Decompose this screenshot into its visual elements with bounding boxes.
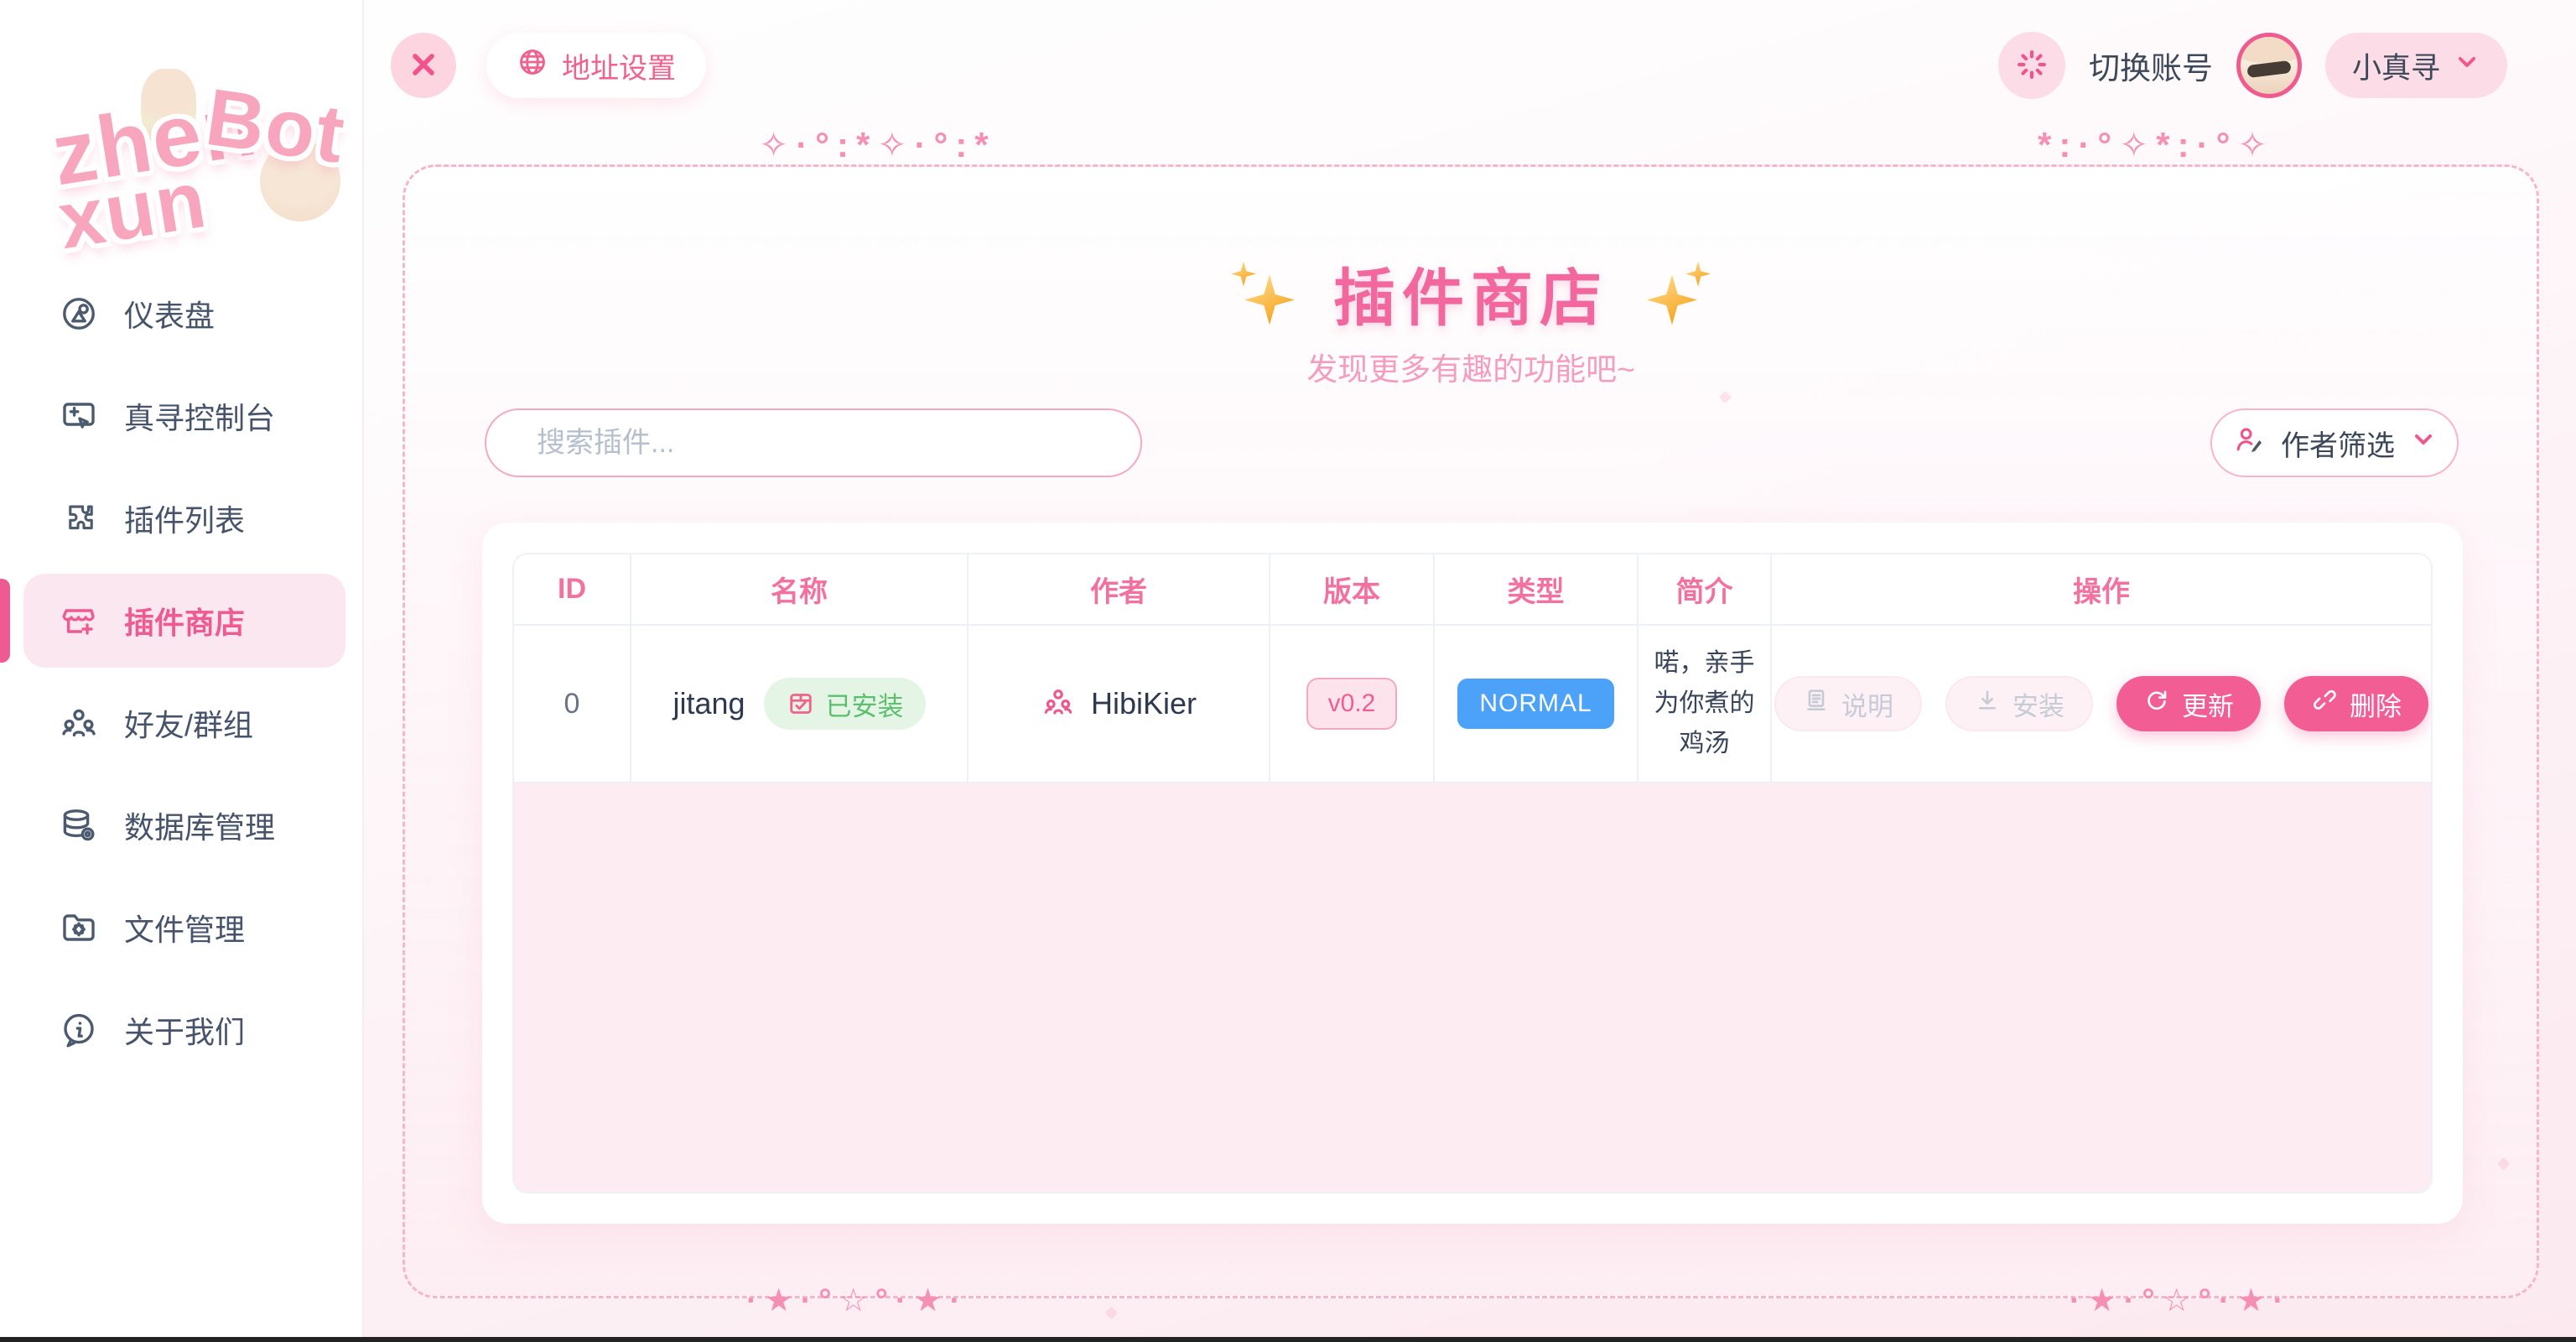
account-dropdown[interactable]: 小真寻 bbox=[2325, 33, 2507, 98]
column-header-author: 作者 bbox=[968, 554, 1270, 625]
sparkle-icon bbox=[1647, 262, 1711, 325]
author-people-icon bbox=[1041, 684, 1076, 724]
plugin-name-cell: jitang 已安装 bbox=[631, 678, 967, 730]
installed-badge: 已安装 bbox=[764, 678, 926, 730]
sidebar-item-database[interactable]: 数据库管理 bbox=[23, 778, 345, 872]
manual-icon bbox=[1803, 687, 1830, 720]
table-row: 0 jitang 已安装 bbox=[514, 625, 2431, 783]
manual-button[interactable]: 说明 bbox=[1774, 676, 1922, 731]
sidebar-item-about[interactable]: 关于我们 bbox=[23, 983, 345, 1077]
column-header-type: 类型 bbox=[1434, 554, 1638, 625]
address-settings-label: 地址设置 bbox=[562, 45, 676, 86]
star-decoration: ·★·°☆°·★· bbox=[746, 1282, 968, 1319]
store-title-row: 插件商店 bbox=[402, 248, 2539, 338]
close-button[interactable] bbox=[391, 33, 456, 98]
puzzle-icon bbox=[59, 498, 99, 538]
plugin-actions: 说明 安装 bbox=[1772, 676, 2431, 731]
sidebar-item-label: 文件管理 bbox=[124, 906, 245, 949]
sidebar-item-dashboard[interactable]: 仪表盘 bbox=[23, 267, 345, 361]
update-button-label: 更新 bbox=[2182, 685, 2234, 723]
author-filter-label: 作者筛选 bbox=[2281, 423, 2395, 464]
sidebar-item-label: 数据库管理 bbox=[124, 804, 275, 847]
sidebar-item-label: 插件列表 bbox=[124, 497, 245, 540]
plugin-id: 0 bbox=[564, 688, 580, 720]
column-header-id: ID bbox=[514, 554, 631, 625]
sidebar-item-plugin-list[interactable]: 插件列表 bbox=[23, 471, 345, 565]
zhenxun-bot-app: zhen xun Bot 仪表盘 真寻控制台 插件列表 bbox=[0, 0, 2576, 1342]
chevron-down-icon bbox=[2410, 426, 2437, 460]
avatar-image bbox=[2246, 60, 2291, 78]
installed-badge-label: 已安装 bbox=[826, 685, 904, 723]
account-name: 小真寻 bbox=[2352, 44, 2440, 87]
page-title: 插件商店 bbox=[1333, 248, 1608, 338]
sidebar-item-console[interactable]: 真寻控制台 bbox=[23, 369, 345, 463]
plugin-table-card: ID 名称 作者 版本 类型 简介 操作 0 jitang bbox=[482, 523, 2463, 1224]
sidebar-item-label: 插件商店 bbox=[124, 599, 245, 642]
sidebar-item-label: 真寻控制台 bbox=[124, 394, 275, 438]
download-icon bbox=[1974, 687, 2001, 720]
sidebar-item-files[interactable]: 文件管理 bbox=[23, 881, 345, 975]
update-button[interactable]: 更新 bbox=[2116, 676, 2261, 731]
sidebar-item-plugin-store[interactable]: 插件商店 bbox=[23, 574, 345, 668]
table-empty-area bbox=[514, 783, 2431, 1192]
topbar-right: 切换账号 小真寻 bbox=[1998, 32, 2507, 99]
version-badge: v0.2 bbox=[1306, 678, 1398, 730]
address-settings-button[interactable]: 地址设置 bbox=[486, 33, 706, 98]
dashboard-icon bbox=[59, 294, 99, 334]
switch-account-label[interactable]: 切换账号 bbox=[2089, 43, 2213, 88]
globe-icon bbox=[517, 46, 548, 86]
column-header-version: 版本 bbox=[1270, 554, 1434, 625]
install-button-label: 安装 bbox=[2012, 685, 2064, 723]
window-edge bbox=[0, 1337, 2576, 1342]
logo: zhen xun Bot bbox=[0, 0, 362, 252]
box-check-icon bbox=[786, 689, 816, 719]
store-icon bbox=[59, 601, 99, 641]
author-pen-icon bbox=[2232, 423, 2266, 464]
type-badge: NORMAL bbox=[1457, 679, 1613, 729]
theme-spark-button[interactable] bbox=[1998, 32, 2065, 99]
sidebar-item-friends-groups[interactable]: 好友/群组 bbox=[23, 676, 345, 770]
plugin-name: jitang bbox=[673, 686, 745, 721]
table-header-row: ID 名称 作者 版本 类型 简介 操作 bbox=[514, 554, 2431, 625]
star-decoration: ·★·°☆°·★· bbox=[2070, 1282, 2291, 1319]
plugin-table: ID 名称 作者 版本 类型 简介 操作 0 jitang bbox=[512, 553, 2433, 1194]
plugin-author: HibiKier bbox=[1091, 686, 1197, 721]
avatar[interactable] bbox=[2236, 33, 2302, 98]
unlink-icon bbox=[2311, 687, 2338, 720]
folder-gear-icon bbox=[59, 908, 99, 948]
search-input[interactable] bbox=[485, 408, 1142, 477]
column-header-description: 简介 bbox=[1638, 554, 1771, 625]
database-icon bbox=[59, 805, 99, 845]
logo-text: Bot bbox=[200, 71, 351, 182]
sidebar-item-label: 仪表盘 bbox=[124, 292, 215, 336]
refresh-icon bbox=[2143, 687, 2170, 720]
sidebar-menu: 仪表盘 真寻控制台 插件列表 插件商店 bbox=[0, 267, 362, 1077]
sidebar: zhen xun Bot 仪表盘 真寻控制台 插件列表 bbox=[0, 0, 364, 1337]
people-icon bbox=[59, 703, 99, 743]
spark-icon bbox=[2014, 47, 2049, 85]
sparkle-icon bbox=[1231, 262, 1295, 325]
install-button[interactable]: 安装 bbox=[1945, 676, 2093, 731]
sidebar-item-label: 好友/群组 bbox=[124, 701, 253, 745]
plugin-description: 喏，亲手为你煮的鸡汤 bbox=[1639, 643, 1770, 764]
chevron-down-icon bbox=[2454, 49, 2480, 83]
column-header-name: 名称 bbox=[631, 554, 968, 625]
page-subtitle: 发现更多有趣的功能吧~ bbox=[402, 344, 2539, 389]
topbar: 地址设置 切换账号 小真寻 bbox=[364, 0, 2576, 131]
sidebar-item-label: 关于我们 bbox=[124, 1008, 245, 1052]
plugin-author-cell: HibiKier bbox=[969, 684, 1269, 724]
active-indicator bbox=[0, 579, 10, 663]
delete-button-label: 删除 bbox=[2350, 685, 2402, 723]
avatar-image bbox=[2236, 33, 2302, 63]
delete-button[interactable]: 删除 bbox=[2284, 676, 2428, 731]
dot-decoration bbox=[1105, 1307, 1119, 1320]
manual-button-label: 说明 bbox=[1841, 685, 1893, 723]
close-icon bbox=[407, 48, 440, 84]
column-header-actions: 操作 bbox=[1771, 554, 2431, 625]
author-filter-button[interactable]: 作者筛选 bbox=[2210, 408, 2459, 477]
console-icon bbox=[59, 396, 99, 436]
info-icon bbox=[59, 1010, 99, 1050]
